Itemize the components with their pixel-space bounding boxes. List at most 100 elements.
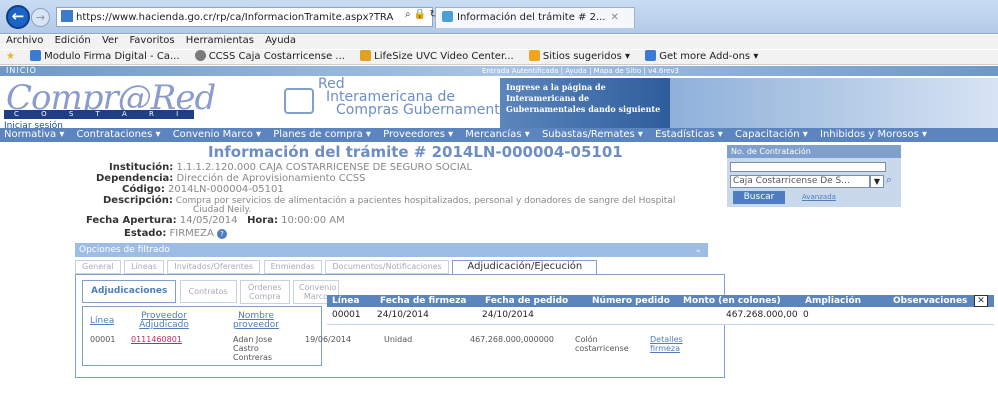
nav-estadisticas[interactable]: Estadísticas ▾ [655,129,723,140]
field-dependencia: Dependencia: Dirección de Aprovisionamie… [96,173,366,184]
ria-promo[interactable]: Ingrese a la página de Interamericana de… [500,78,670,128]
fav-sitios-icon [528,50,540,61]
buscar-button[interactable]: Buscar [733,191,785,204]
tab-general[interactable]: General [75,260,121,274]
subtab-contratos[interactable]: Contratos [179,280,237,303]
menu-archivo[interactable]: Archivo [6,35,43,46]
browser-toolbar: ← → https://www.hacienda.go.cr/rp/ca/Inf… [0,0,998,34]
nav-capacitacion[interactable]: Capacitación ▾ [735,129,808,140]
filter-options-bar[interactable]: Opciones de filtrado ⌄ [75,243,708,257]
forward-button[interactable]: → [31,8,50,27]
firmeza-popup-header: Línea Fecha de firmeza Fecha de pedido N… [327,295,994,307]
nav-contrataciones[interactable]: Contrataciones ▾ [77,129,161,140]
col-linea[interactable]: Línea [90,317,114,326]
menu-herramientas[interactable]: Herramientas [186,35,254,46]
fav-addons-icon [645,50,657,61]
favorites-star-icon[interactable]: ★ [6,51,15,62]
institution-select[interactable]: Caja Costarricense De S... [730,175,870,188]
site-header: INICIO Entrada Autentificada | Ayuda | M… [0,66,998,131]
subtab-ordenes-compra[interactable]: Órdenes Compra [239,280,290,304]
search-icon[interactable]: ⌕ [405,9,411,20]
field-estado: Estado: FIRMEZA ? [124,228,228,239]
ov-col-fecha-firmeza: Fecha de firmeza [380,296,467,306]
fav-lifesize-icon [360,50,372,61]
main-nav: Normativa ▾ Contrataciones ▾ Convenio Ma… [0,128,998,142]
menu-favoritos[interactable]: Favoritos [129,35,174,46]
adjudicacion-panel: Adjudicaciones Contratos Órdenes Compra … [75,274,725,378]
inicio-link[interactable]: INICIO [6,66,37,75]
close-tab-icon[interactable]: ✕ [611,12,619,23]
logo-country-bar: C O S T A R I C A [4,110,194,127]
tab-title: Información del trámite # 2... [457,12,606,23]
field-codigo: Código: 2014LN-000004-05101 [122,184,284,195]
field-fecha-apertura: Fecha Apertura: 14/05/2014 Hora: 10:00:0… [86,215,345,226]
row-unidad: Unidad [384,335,413,344]
fav-lifesize[interactable]: LifeSize UVC Video Center... [360,50,514,62]
nav-proveedores[interactable]: Proveedores ▾ [383,129,453,140]
chevron-down-icon[interactable]: ⌄ [694,243,702,257]
tab-lineas[interactable]: Líneas [124,260,164,274]
col-proveedor-adjudicado[interactable]: Proveedor Adjudicado [132,312,196,330]
ov-col-ampliacion: Ampliación [805,296,862,306]
tramite-tabs: General Líneas Invitados/Oferentes Enmie… [75,260,720,276]
ov-col-monto: Monto (en colones) [683,296,781,306]
row-linea: 00001 [90,335,116,344]
nav-inhibidos[interactable]: Inhibidos y Morosos ▾ [820,129,927,140]
nav-planes-compra[interactable]: Planes de compra ▾ [273,129,371,140]
tab-enmiendas[interactable]: Enmiendas [263,260,322,274]
fav-firma-digital[interactable]: Modulo Firma Digital - Ca... [30,50,180,62]
fav-sitios-sugeridos[interactable]: Sitios sugeridos ▾ [528,50,630,62]
ov-col-observaciones: Observaciones [893,296,968,306]
ov-cell-ampliacion: 0 [803,310,809,320]
ov-cell-monto: 467.268.000,00 [726,310,798,320]
lock-icon[interactable]: 🔒 [414,9,426,20]
fav-ccss[interactable]: CCSS Caja Costarricense ... [194,50,345,62]
browser-tab[interactable]: Información del trámite # 2... ✕ [435,7,635,28]
menu-ver[interactable]: Ver [102,35,118,46]
tab-favicon-icon [442,11,453,22]
close-icon[interactable]: ✕ [974,295,988,307]
filter-title: Opciones de filtrado [79,245,170,255]
address-bar[interactable]: https://www.hacienda.go.cr/rp/ca/Informa… [56,7,433,27]
ov-col-fecha-pedido: Fecha de pedido [485,296,569,306]
nav-convenio-marco[interactable]: Convenio Marco ▾ [173,129,261,140]
auth-links[interactable]: Entrada Autentificada | Ayuda | Mapa de … [482,67,679,75]
help-icon[interactable]: ? [217,229,228,239]
fav-addons[interactable]: Get more Add-ons ▾ [645,50,758,62]
chevron-down-icon[interactable]: ▼ [870,175,884,188]
menu-ayuda[interactable]: Ayuda [265,35,296,46]
page-title: Información del trámite # 2014LN-000004-… [208,143,623,161]
tab-invitados[interactable]: Invitados/Oferentes [167,260,261,274]
ria-logo-text[interactable]: Red Interamericana de Compras Gubernamen… [318,77,529,118]
busqueda-avanzada-link[interactable]: Avanzada [802,193,836,201]
search-icon[interactable]: ⌕ [886,173,892,187]
fav-ccss-icon [194,50,206,61]
nav-mercancias[interactable]: Mercancías ▾ [465,129,529,140]
ov-col-linea: Línea [332,296,360,306]
ov-cell-linea: 00001 [332,310,361,320]
fav-ie-icon [30,50,42,61]
subtab-adjudicaciones[interactable]: Adjudicaciones [82,280,177,303]
ov-cell-fecha-firmeza: 24/10/2014 [377,310,429,320]
nav-subastas[interactable]: Subastas/Remates ▾ [542,129,643,140]
row-detalles-firmeza-link[interactable]: Detalles firmeza [650,335,690,353]
ria-logo-icon [284,88,314,114]
firmeza-popup-row: 00001 24/10/2014 24/10/2014 467.268.000,… [327,307,994,325]
row-proveedor-link[interactable]: 0111460801 [131,335,182,344]
tab-documentos[interactable]: Documentos/Notificaciones [325,260,449,274]
back-button[interactable]: ← [6,5,30,29]
ov-col-numero-pedido: Número pedido [592,296,670,306]
search-panel-header: No. de Contratación [727,145,901,158]
page-icon [61,10,73,22]
search-panel: No. de Contratación Caja Costarricense D… [727,145,901,207]
menu-bar: Archivo Edición Ver Favoritos Herramient… [0,35,998,49]
favorites-bar: ★ Modulo Firma Digital - Ca... CCSS Caja… [0,50,998,65]
menu-edicion[interactable]: Edición [55,35,91,46]
contract-number-input[interactable] [730,162,886,172]
header-banner [670,78,998,128]
ria-line-3: Compras Gubernamentales [336,102,529,118]
url-text: https://www.hacienda.go.cr/rp/ca/Informa… [76,12,394,23]
nav-normativa[interactable]: Normativa ▾ [4,129,64,140]
field-descripcion: Descripción: Compra por servicios de ali… [103,195,676,215]
col-nombre-proveedor[interactable]: Nombre proveedor [228,312,284,330]
